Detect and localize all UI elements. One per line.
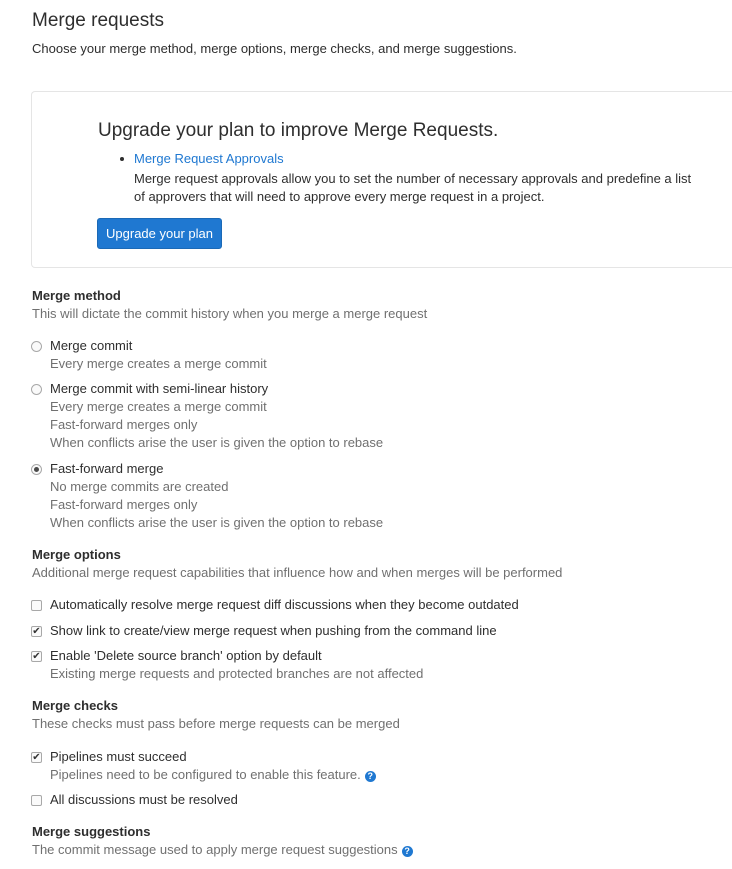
fast-forward-detail: When conflicts arise the user is given t… (50, 515, 384, 530)
delete-source-branch-label[interactable]: Enable 'Delete source branch' option by … (50, 648, 322, 663)
merge-options-title: Merge options (32, 547, 121, 562)
merge-commit-detail: Every merge creates a merge commit (50, 356, 267, 371)
show-link-checkbox[interactable]: ✔ (31, 626, 42, 637)
upgrade-description: Merge request approvals allow you to set… (134, 171, 692, 204)
semi-linear-detail: Every merge creates a merge commit (50, 399, 267, 414)
pipelines-succeed-detail-text: Pipelines need to be configured to enabl… (50, 767, 361, 782)
upgrade-title: Upgrade your plan to improve Merge Reque… (98, 120, 499, 141)
merge-suggestions-title: Merge suggestions (32, 824, 151, 839)
merge-method-title: Merge method (32, 288, 121, 303)
fast-forward-detail: Fast-forward merges only (50, 497, 198, 512)
show-link-label[interactable]: Show link to create/view merge request w… (50, 623, 497, 638)
pipelines-succeed-detail: Pipelines need to be configured to enabl… (50, 767, 376, 782)
semi-linear-label[interactable]: Merge commit with semi-linear history (50, 381, 268, 396)
merge-commit-radio[interactable] (31, 341, 42, 352)
merge-suggestions-description-text: The commit message used to apply merge r… (32, 842, 398, 857)
pipelines-succeed-checkbox[interactable]: ✔ (31, 752, 42, 763)
page-title: Merge requests (32, 10, 165, 31)
upgrade-plan-button[interactable]: Upgrade your plan (97, 218, 222, 249)
pipelines-succeed-label[interactable]: Pipelines must succeed (50, 749, 187, 764)
merge-method-description: This will dictate the commit history whe… (32, 306, 428, 321)
fast-forward-radio[interactable] (31, 464, 42, 475)
semi-linear-radio[interactable] (31, 384, 42, 395)
delete-source-branch-detail: Existing merge requests and protected br… (50, 666, 424, 681)
merge-checks-description: These checks must pass before merge requ… (32, 716, 400, 731)
semi-linear-detail: Fast-forward merges only (50, 417, 198, 432)
page-description: Choose your merge method, merge options,… (32, 41, 517, 56)
bullet-icon (120, 157, 124, 161)
discussions-resolved-checkbox[interactable] (31, 795, 42, 806)
help-icon[interactable]: ? (364, 771, 376, 782)
auto-resolve-checkbox[interactable] (31, 600, 42, 611)
fast-forward-detail: No merge commits are created (50, 479, 229, 494)
discussions-resolved-label[interactable]: All discussions must be resolved (50, 792, 238, 807)
merge-suggestions-description: The commit message used to apply merge r… (32, 842, 413, 857)
semi-linear-detail: When conflicts arise the user is given t… (50, 435, 384, 450)
merge-request-approvals-link[interactable]: Merge Request Approvals (134, 151, 284, 166)
help-icon[interactable]: ? (401, 846, 413, 857)
fast-forward-label[interactable]: Fast-forward merge (50, 461, 163, 476)
merge-checks-title: Merge checks (32, 698, 118, 713)
merge-commit-label[interactable]: Merge commit (50, 338, 132, 353)
auto-resolve-label[interactable]: Automatically resolve merge request diff… (50, 597, 519, 612)
delete-source-branch-checkbox[interactable]: ✔ (31, 651, 42, 662)
merge-options-description: Additional merge request capabilities th… (32, 565, 563, 580)
